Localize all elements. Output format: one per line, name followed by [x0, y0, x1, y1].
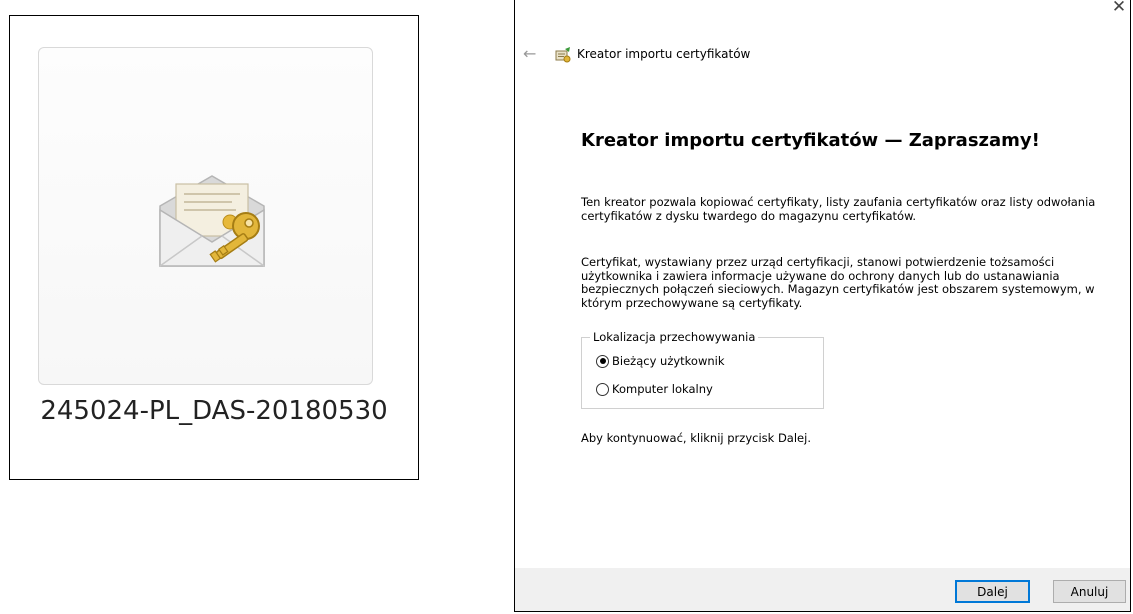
- close-button[interactable]: ✕: [1110, 0, 1128, 17]
- back-arrow-icon[interactable]: ←: [523, 44, 536, 63]
- radio-current-user[interactable]: Bieżący użytkownik: [596, 354, 725, 368]
- radio-local-machine[interactable]: Komputer lokalny: [596, 382, 713, 396]
- certificate-import-wizard-dialog: ✕ ← Kreator importu certyfikatów Kreator…: [514, 0, 1131, 612]
- storage-location-group: Lokalizacja przechowywania Bieżący użytk…: [581, 330, 824, 409]
- wizard-footer: Dalej Anuluj: [515, 568, 1130, 611]
- certificate-envelope-key-icon: [159, 175, 265, 267]
- continue-instruction: Aby kontynuować, kliknij przycisk Dalej.: [581, 431, 811, 445]
- storage-location-legend: Lokalizacja przechowywania: [590, 330, 759, 344]
- radio-label-local-machine: Komputer lokalny: [612, 382, 713, 396]
- radio-button-unchecked[interactable]: [596, 382, 609, 396]
- cancel-button[interactable]: Anuluj: [1053, 580, 1126, 603]
- wizard-header: ← Kreator importu certyfikatów: [515, 44, 1130, 66]
- radio-label-current-user: Bieżący użytkownik: [612, 354, 725, 368]
- certificate-file[interactable]: [38, 47, 373, 385]
- wizard-window-title: Kreator importu certyfikatów: [577, 47, 751, 61]
- wizard-heading: Kreator importu certyfikatów — Zapraszam…: [581, 130, 1040, 151]
- file-icon-panel: 245024-PL_DAS-20180530: [9, 15, 419, 480]
- next-button[interactable]: Dalej: [955, 580, 1030, 603]
- description-text: Certyfikat, wystawiany przez urząd certy…: [581, 255, 1095, 310]
- radio-button-checked[interactable]: [596, 354, 609, 368]
- file-name-label: 245024-PL_DAS-20180530: [40, 396, 388, 426]
- intro-text: Ten kreator pozwala kopiować certyfikaty…: [581, 195, 1096, 223]
- certificate-wizard-icon: [555, 47, 571, 63]
